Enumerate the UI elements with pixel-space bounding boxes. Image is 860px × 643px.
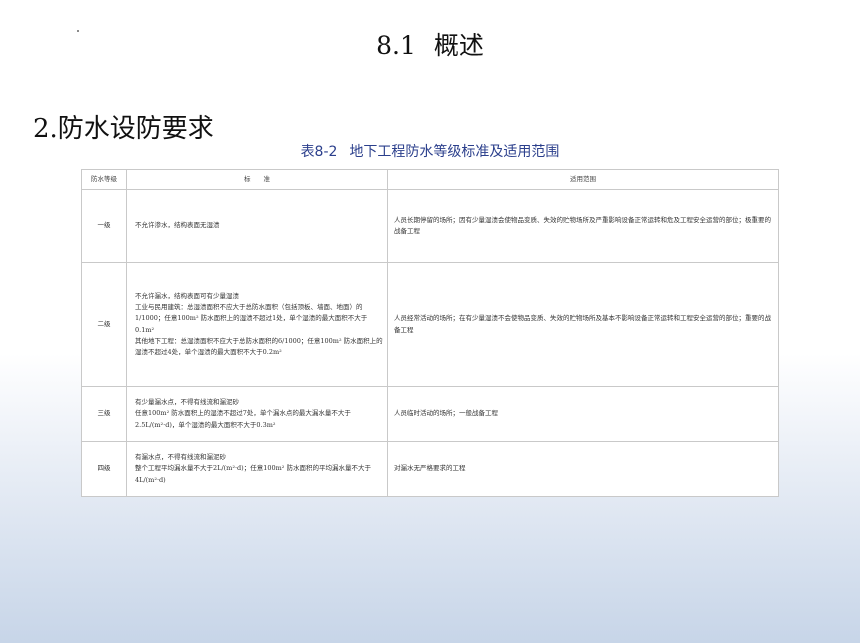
- header-grade: 防水等级: [81, 169, 127, 190]
- grade-cell: 四级: [81, 441, 127, 497]
- section-heading: 2.防水设防要求: [33, 114, 214, 144]
- scope-cell: 人员临时活动的场所；一般战备工程: [387, 386, 779, 442]
- header-standard: 标 准: [126, 169, 388, 190]
- standard-line: 任意100m² 防水面积上的湿渍不超过7处，单个漏水点的最大漏水量不大于2.5L…: [135, 409, 351, 429]
- grade-cell: 三级: [81, 386, 127, 442]
- standard-line: 其他地下工程：总湿渍面积不应大于总防水面积的6/1000；任意100m² 防水面…: [135, 336, 383, 356]
- table-caption-number: 表8-2: [300, 144, 338, 160]
- standard-line: 工业与民用建筑：总湿渍面积不应大于总防水面积（包括顶板、墙面、地面）的1/100…: [135, 303, 368, 334]
- slide-title-number: 8.1: [376, 31, 416, 60]
- scope-cell: 人员长期停留的场所；因有少量湿渍会使物品变质、失效的贮物场所及严重影响设备正常运…: [387, 189, 779, 263]
- table-caption-text: 地下工程防水等级标准及适用范围: [349, 144, 560, 160]
- table-caption: 表8-2 地下工程防水等级标准及适用范围: [0, 141, 860, 161]
- waterproof-grade-table: 防水等级 标 准 适用范围 一级 不允许渗水，结构表面无湿渍 人员长期停留的场所…: [81, 169, 779, 497]
- standard-line: 有漏水点，不得有线流和漏泥砂: [135, 453, 226, 462]
- standard-line: 整个工程平均漏水量不大于2L/(m²·d)；任意100m² 防水面积的平均漏水量…: [135, 464, 371, 484]
- header-scope: 适用范围: [387, 169, 779, 190]
- standard-cell: 不允许漏水，结构表面可有少量湿渍 工业与民用建筑：总湿渍面积不应大于总防水面积（…: [126, 262, 388, 387]
- table-row: 一级 不允许渗水，结构表面无湿渍 人员长期停留的场所；因有少量湿渍会使物品变质、…: [81, 189, 779, 263]
- slide-title: 8.1 概述: [0, 26, 860, 62]
- grade-cell: 一级: [81, 189, 127, 263]
- table-row: 四级 有漏水点，不得有线流和漏泥砂 整个工程平均漏水量不大于2L/(m²·d)；…: [81, 441, 779, 497]
- slide-title-text: 概述: [433, 31, 484, 60]
- standard-line: 不允许漏水，结构表面可有少量湿渍: [135, 292, 239, 301]
- table-row: 三级 有少量漏水点，不得有线流和漏泥砂 任意100m² 防水面积上的湿渍不超过7…: [81, 386, 779, 442]
- standard-cell: 有漏水点，不得有线流和漏泥砂 整个工程平均漏水量不大于2L/(m²·d)；任意1…: [126, 441, 388, 497]
- scope-cell: 人员经常活动的场所；在有少量湿渍不会使物品变质、失效的贮物场所及基本不影响设备正…: [387, 262, 779, 387]
- standard-line: 不允许渗水，结构表面无湿渍: [135, 221, 220, 230]
- table-header-row: 防水等级 标 准 适用范围: [81, 169, 779, 190]
- table-row: 二级 不允许漏水，结构表面可有少量湿渍 工业与民用建筑：总湿渍面积不应大于总防水…: [81, 262, 779, 387]
- standard-line: 有少量漏水点，不得有线流和漏泥砂: [135, 398, 239, 407]
- grade-cell: 二级: [81, 262, 127, 387]
- scope-cell: 对漏水无严格要求的工程: [387, 441, 779, 497]
- standard-cell: 有少量漏水点，不得有线流和漏泥砂 任意100m² 防水面积上的湿渍不超过7处，单…: [126, 386, 388, 442]
- standard-cell: 不允许渗水，结构表面无湿渍: [126, 189, 388, 263]
